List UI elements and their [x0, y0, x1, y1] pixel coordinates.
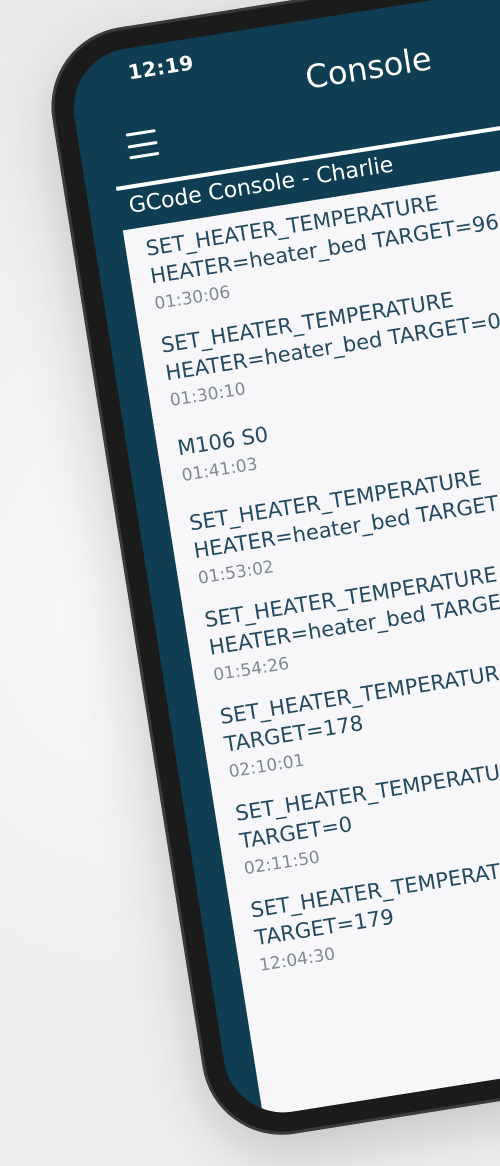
menu-line [129, 152, 159, 160]
menu-line [126, 129, 156, 137]
hamburger-menu-icon[interactable] [126, 129, 160, 159]
menu-line [128, 140, 158, 148]
